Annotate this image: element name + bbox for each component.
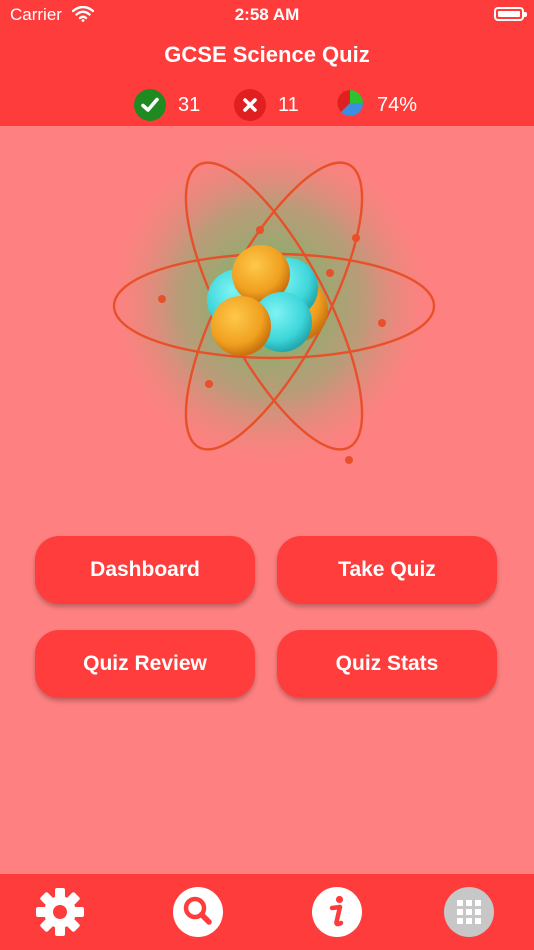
checkmark-icon: [134, 89, 166, 121]
wrong-count: 11: [278, 93, 299, 116]
take-quiz-button[interactable]: Take Quiz: [277, 536, 497, 604]
info-icon: [312, 887, 362, 937]
quiz-review-button[interactable]: Quiz Review: [35, 630, 255, 698]
search-tab[interactable]: [172, 886, 224, 938]
battery-icon: [494, 7, 527, 21]
grid-tab[interactable]: [443, 886, 495, 938]
percentage-value: 74%: [377, 93, 418, 116]
clock: 2:58 AM: [234, 5, 300, 24]
dashboard-button[interactable]: Dashboard: [35, 536, 255, 604]
pie-chart-icon: [335, 88, 365, 123]
correct-count: 31: [178, 93, 201, 116]
quiz-stats-button[interactable]: Quiz Stats: [277, 630, 497, 698]
search-icon: [173, 887, 223, 937]
correct-stat: 31: [134, 88, 200, 122]
atom-illustration: [0, 126, 534, 526]
atom-icon: [100, 126, 440, 476]
score-summary: 31 11 74%: [0, 88, 534, 122]
gear-icon: [36, 888, 84, 936]
percentage-stat: 74%: [335, 88, 417, 122]
wrong-stat: 11: [234, 88, 299, 122]
settings-tab[interactable]: [34, 886, 86, 938]
top-bar: Carrier 2:58 AM GCSE Science Quiz 31 11: [0, 0, 534, 126]
cross-icon: [234, 89, 266, 121]
info-tab[interactable]: [311, 886, 363, 938]
status-bar: Carrier 2:58 AM: [0, 0, 534, 30]
grid-icon: [444, 887, 494, 937]
tab-bar: [0, 874, 534, 950]
page-title: GCSE Science Quiz: [164, 42, 370, 67]
